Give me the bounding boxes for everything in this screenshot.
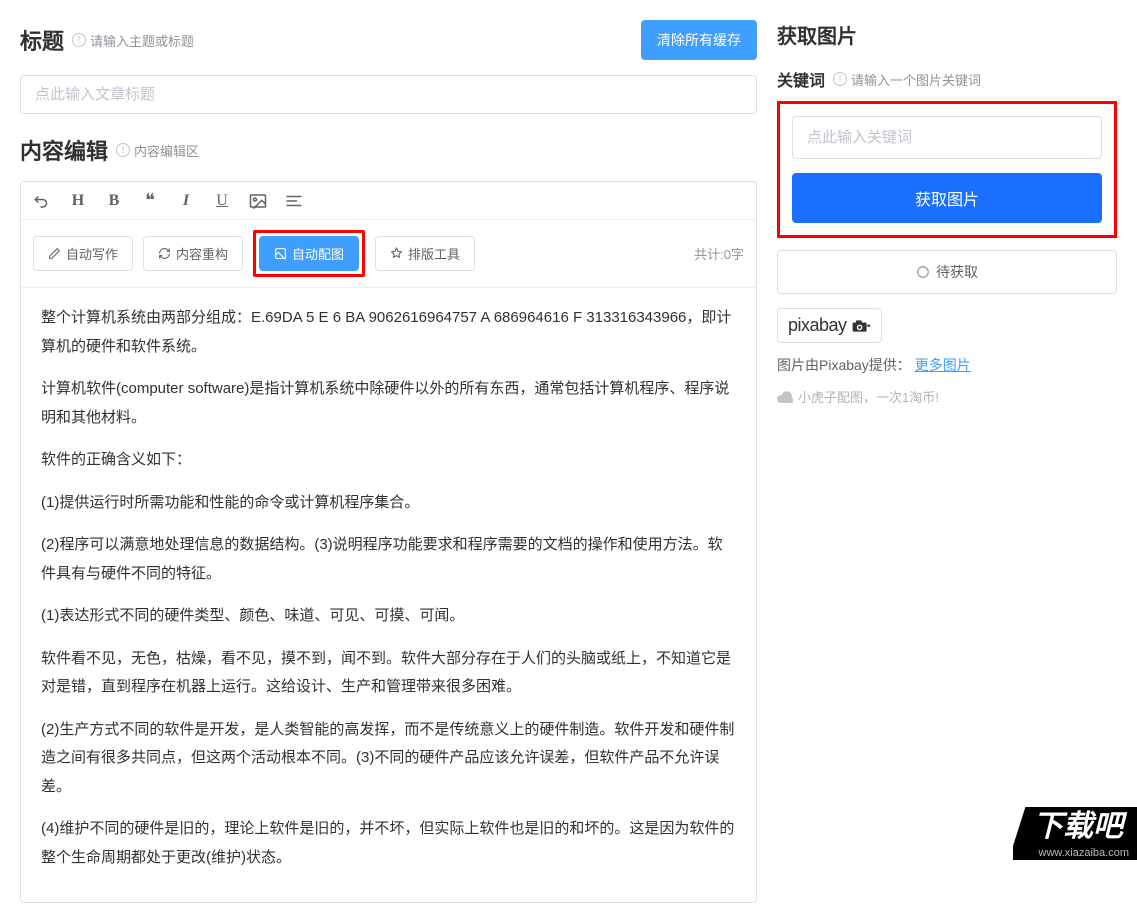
- camera-icon: [851, 319, 871, 333]
- content-paragraph: (4)维护不同的硬件是旧的，理论上软件是旧的，并不坏，但实际上软件也是旧的和坏的…: [41, 815, 736, 872]
- heading-icon[interactable]: H: [69, 192, 87, 210]
- footer-note: 小虎子配图，一次1淘币!: [777, 387, 1117, 406]
- clear-cache-button[interactable]: 清除所有缓存: [641, 20, 757, 60]
- editor-section-header: 内容编辑 ! 内容编辑区: [20, 134, 757, 166]
- info-icon: !: [833, 72, 847, 86]
- content-paragraph: 计算机软件(computer software)是指计算机系统中除硬件以外的所有…: [41, 375, 736, 432]
- auto-write-button[interactable]: 自动写作: [33, 236, 133, 271]
- editor-label: 内容编辑: [20, 134, 108, 166]
- content-paragraph: (2)程序可以满意地处理信息的数据结构。(3)说明程序功能要求和程序需要的文档的…: [41, 531, 736, 588]
- bold-icon[interactable]: B: [105, 192, 123, 210]
- content-paragraph: 整个计算机系统由两部分组成：E.69DA 5 E 6 BA 9062616964…: [41, 304, 736, 361]
- pixabay-badge: pixabay: [777, 308, 882, 343]
- get-image-title: 获取图片: [777, 20, 1117, 49]
- watermark-url: www.xiazaiba.com: [1013, 846, 1137, 860]
- editor-box: H B ❝ I U 自动写作 内容重构: [20, 181, 757, 903]
- watermark: 下载吧 www.xiazaiba.com: [1013, 807, 1137, 860]
- provider-line: 图片由Pixabay提供： 更多图片: [777, 355, 1117, 375]
- keyword-input[interactable]: [792, 116, 1102, 159]
- info-icon: !: [116, 143, 130, 157]
- content-paragraph: 软件看不见，无色，枯燥，看不见，摸不到，闻不到。软件大部分存在于人们的头脑或纸上…: [41, 645, 736, 702]
- restructure-button[interactable]: 内容重构: [143, 236, 243, 271]
- char-count: 共计:0字: [694, 244, 744, 263]
- watermark-main: 下载吧: [1013, 807, 1137, 846]
- keyword-label-row: 关键词 ! 请输入一个图片关键词: [777, 67, 1117, 91]
- article-title-input[interactable]: [20, 75, 757, 114]
- editor-content[interactable]: 整个计算机系统由两部分组成：E.69DA 5 E 6 BA 9062616964…: [21, 288, 756, 902]
- info-icon: !: [72, 33, 86, 47]
- pixabay-logo-text: pixabay: [788, 315, 847, 336]
- format-toolbar: H B ❝ I U: [21, 182, 756, 220]
- content-paragraph: (1)提供运行时所需功能和性能的命令或计算机程序集合。: [41, 489, 736, 518]
- left-panel: 标题 ! 请输入主题或标题 清除所有缓存 内容编辑 ! 内容编辑区: [20, 20, 757, 903]
- action-toolbar: 自动写作 内容重构 自动配图 排版工具 共计:0字: [21, 220, 756, 288]
- image-icon[interactable]: [249, 193, 267, 209]
- align-icon[interactable]: [285, 194, 303, 208]
- cloud-icon: [777, 391, 793, 403]
- content-paragraph: (1)表达形式不同的硬件类型、颜色、味道、可见、可摸、可闻。: [41, 602, 736, 631]
- quote-icon[interactable]: ❝: [141, 190, 159, 211]
- auto-image-button[interactable]: 自动配图: [259, 236, 359, 271]
- keyword-label: 关键词: [777, 67, 825, 91]
- pending-button[interactable]: 待获取: [777, 250, 1117, 294]
- italic-icon[interactable]: I: [177, 192, 195, 210]
- layout-tool-button[interactable]: 排版工具: [375, 236, 475, 271]
- title-section-header: 标题 ! 请输入主题或标题 清除所有缓存: [20, 20, 757, 60]
- keyword-hint: ! 请输入一个图片关键词: [833, 70, 981, 89]
- highlight-keyword-box: 获取图片: [777, 101, 1117, 238]
- get-image-button[interactable]: 获取图片: [792, 173, 1102, 223]
- title-hint: ! 请输入主题或标题: [72, 31, 194, 50]
- content-paragraph: 软件的正确含义如下：: [41, 446, 736, 475]
- title-label: 标题: [20, 24, 64, 56]
- underline-icon[interactable]: U: [213, 192, 231, 210]
- editor-hint: ! 内容编辑区: [116, 141, 199, 160]
- undo-icon[interactable]: [33, 192, 51, 210]
- more-images-link[interactable]: 更多图片: [915, 357, 971, 373]
- highlight-auto-image: 自动配图: [253, 230, 365, 277]
- content-paragraph: (2)生产方式不同的软件是开发，是人类智能的高发挥，而不是传统意义上的硬件制造。…: [41, 716, 736, 802]
- right-panel: 获取图片 关键词 ! 请输入一个图片关键词 获取图片 待获取 pixabay 图…: [777, 20, 1117, 903]
